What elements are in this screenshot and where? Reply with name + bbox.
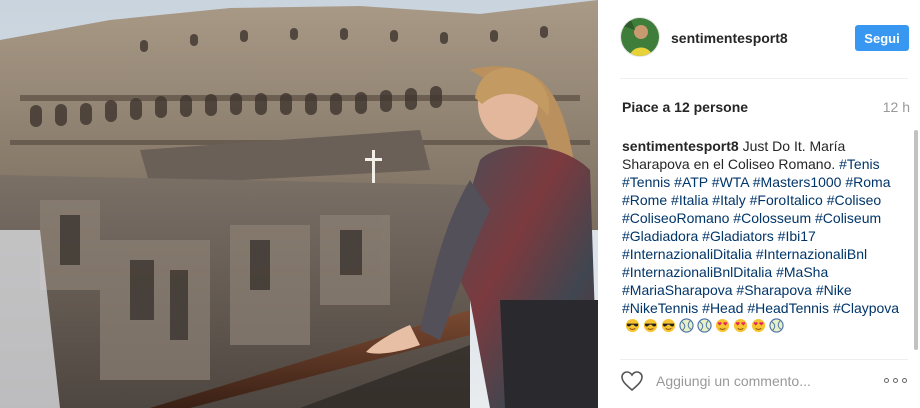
comment-bar: [598, 360, 920, 408]
hashtag-link[interactable]: #Ibi17: [778, 228, 816, 244]
hashtag-link[interactable]: #ColiseoRomano: [622, 210, 729, 226]
hashtag-link[interactable]: #WTA: [712, 174, 749, 190]
post-header: sentimentesport8 Segui: [598, 0, 920, 78]
sunglasses-emoji-icon: [625, 318, 640, 333]
hashtag-link[interactable]: #Nike: [816, 282, 852, 298]
avatar[interactable]: [620, 17, 660, 57]
hashtag-link[interactable]: #MaSha: [776, 264, 828, 280]
comment-input[interactable]: [656, 370, 856, 392]
hashtag-link[interactable]: #Coliseo: [827, 192, 881, 208]
hashtag-link[interactable]: #Masters1000: [753, 174, 842, 190]
hashtag-link[interactable]: #ATP: [674, 174, 708, 190]
header-divider: [620, 78, 908, 79]
emoji-list: [622, 318, 784, 334]
hashtag-link[interactable]: #Italy: [712, 192, 745, 208]
hashtag-link[interactable]: #NikeTennis: [622, 300, 698, 316]
post-timestamp[interactable]: 12 h: [883, 99, 910, 115]
hashtag-link[interactable]: #HeadTennis: [747, 300, 829, 316]
likes-count[interactable]: Piace a 12 persone: [622, 99, 748, 115]
scrollbar-thumb[interactable]: [914, 130, 918, 350]
more-options-icon[interactable]: [884, 372, 910, 388]
caption-username[interactable]: sentimentesport8: [622, 138, 739, 154]
hashtag-link[interactable]: #Roma: [845, 174, 890, 190]
tennis-ball-emoji-icon: [679, 318, 694, 333]
hashtag-link[interactable]: #Gladiadora: [622, 228, 698, 244]
hashtag-link[interactable]: #Colosseum: [733, 210, 811, 226]
post-caption: sentimentesport8 Just Do It. María Shara…: [622, 137, 902, 349]
follow-button[interactable]: Segui: [855, 25, 909, 51]
heart-eyes-emoji-icon: [751, 318, 766, 333]
sunglasses-emoji-icon: [643, 318, 658, 333]
heart-eyes-emoji-icon: [733, 318, 748, 333]
avatar-image: [621, 18, 659, 56]
hashtag-list: #Tenis #Tennis #ATP #WTA #Masters1000 #R…: [622, 156, 899, 316]
post-side-panel: sentimentesport8 Segui Piace a 12 person…: [598, 0, 920, 408]
caption-scrollbar[interactable]: [914, 130, 918, 352]
hashtag-link[interactable]: #InternazionaliBnlDitalia: [622, 264, 772, 280]
hashtag-link[interactable]: #Head: [702, 300, 743, 316]
hashtag-link[interactable]: #Rome: [622, 192, 667, 208]
hashtag-link[interactable]: #Tennis: [622, 174, 670, 190]
hashtag-link[interactable]: #Coliseum: [815, 210, 881, 226]
tennis-ball-emoji-icon: [697, 318, 712, 333]
hashtag-link[interactable]: #Claypova: [833, 300, 899, 316]
sunglasses-emoji-icon: [661, 318, 676, 333]
hashtag-link[interactable]: #ForoItalico: [750, 192, 823, 208]
post-photo[interactable]: [0, 0, 598, 408]
heart-eyes-emoji-icon: [715, 318, 730, 333]
hashtag-link[interactable]: #Tenis: [839, 156, 879, 172]
hashtag-link[interactable]: #Gladiators: [702, 228, 774, 244]
hashtag-link[interactable]: #InternazionaliBnl: [756, 246, 867, 262]
hashtag-link[interactable]: #MariaSharapova: [622, 282, 733, 298]
colosseum-photo: [0, 0, 598, 408]
heart-outline-icon[interactable]: [620, 369, 644, 393]
hashtag-link[interactable]: #Italia: [671, 192, 708, 208]
username-link[interactable]: sentimentesport8: [671, 30, 788, 46]
hashtag-link[interactable]: #InternazionaliDitalia: [622, 246, 752, 262]
hashtag-link[interactable]: #Sharapova: [736, 282, 812, 298]
tennis-ball-emoji-icon: [769, 318, 784, 333]
